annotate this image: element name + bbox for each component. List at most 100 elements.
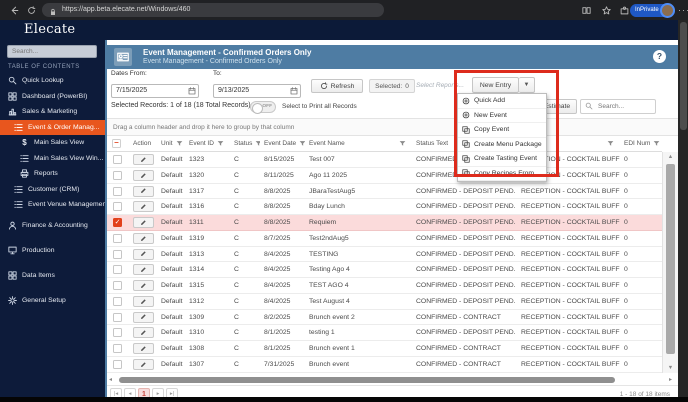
page-scrollbar[interactable]	[678, 20, 688, 397]
sidebar-item-event-venue-management[interactable]: Event Venue Management	[0, 197, 105, 213]
vertical-scroll-thumb[interactable]	[666, 164, 675, 354]
reload-icon[interactable]	[25, 4, 37, 16]
row-checkbox[interactable]	[113, 170, 122, 180]
favorite-star-icon[interactable]	[600, 4, 612, 16]
sidebar-search-input[interactable]	[7, 45, 97, 58]
row-checkbox[interactable]	[113, 202, 122, 212]
column-header-status[interactable]: Status	[230, 136, 260, 152]
column-header-event-date[interactable]: Event Date	[260, 136, 305, 152]
cell-event-type: RECEPTION - COCKTAIL BUFFET	[521, 297, 620, 305]
help-icon[interactable]: ?	[653, 50, 666, 63]
filter-icon[interactable]	[217, 140, 224, 147]
edit-row-button[interactable]	[133, 311, 154, 323]
column-header-edi-num[interactable]: EDI Num	[620, 136, 662, 152]
scroll-down-icon[interactable]: ▼	[663, 365, 678, 371]
menu-item-new-event[interactable]: New Event	[458, 108, 546, 123]
column-header-action[interactable]: Action	[129, 136, 157, 152]
row-checkbox[interactable]	[113, 186, 122, 196]
dates-to-field[interactable]	[213, 79, 301, 98]
grid-horizontal-scrollbar[interactable]: ◂ ▸	[107, 375, 678, 385]
address-bar[interactable]: https://app.beta.elecate.net/Windows/460	[42, 3, 384, 17]
cell-edi-num: 0	[624, 329, 628, 337]
menu-item-copy-recipes-from[interactable]: Copy Recipes From	[458, 166, 546, 181]
scroll-up-icon[interactable]: ▲	[663, 154, 678, 160]
browser-menu-icon[interactable]: ···	[678, 4, 688, 16]
filter-icon[interactable]	[399, 140, 406, 147]
row-checkbox[interactable]	[113, 359, 122, 369]
sidebar-item-data-items[interactable]: Data Items	[0, 263, 105, 288]
new-entry-button[interactable]: New Entry ▼	[472, 77, 535, 93]
menu-item-create-menu-package[interactable]: Create Menu Package	[458, 137, 546, 152]
edit-row-button[interactable]	[133, 327, 154, 339]
grid-vertical-scrollbar[interactable]: ▲ ▼	[662, 152, 678, 373]
horizontal-scroll-thumb[interactable]	[119, 376, 615, 383]
row-checkbox[interactable]	[113, 344, 122, 354]
extensions-icon[interactable]	[618, 4, 630, 16]
sidebar-item-sales-marketing[interactable]: Sales & Marketing	[0, 104, 105, 120]
filter-icon[interactable]	[607, 140, 614, 147]
row-checkbox[interactable]	[113, 281, 122, 291]
sidebar-item-production[interactable]: Production	[0, 238, 105, 263]
select-reports-dropdown[interactable]: Select Reports...	[416, 82, 464, 89]
edit-row-button[interactable]	[133, 217, 154, 229]
edit-row-button[interactable]	[133, 232, 154, 244]
edit-row-button[interactable]	[133, 264, 154, 276]
split-screen-icon[interactable]	[580, 4, 592, 16]
grid-search-box[interactable]	[580, 99, 656, 114]
sidebar-item-dashboard-powerbi[interactable]: Dashboard (PowerBI)	[0, 89, 105, 105]
table-row-1307: Default 1307 C 7/31/2025 Brunch event CONFIRM…	[107, 356, 662, 373]
column-header-unit[interactable]: Unit	[157, 136, 185, 152]
edit-row-button[interactable]	[133, 280, 154, 292]
row-checkbox[interactable]	[113, 233, 122, 243]
filter-icon[interactable]	[176, 140, 183, 147]
sidebar-item-reports[interactable]: Reports	[0, 166, 105, 182]
new-entry-label[interactable]: New Entry	[472, 77, 519, 93]
menu-item-copy-event[interactable]: Copy Event	[458, 123, 546, 138]
sidebar-item-quick-lookup[interactable]: Quick Lookup	[0, 73, 105, 89]
menu-item-quick-add[interactable]: Quick Add	[458, 94, 546, 109]
edit-row-button[interactable]	[133, 358, 154, 370]
back-icon[interactable]	[8, 4, 20, 16]
sidebar-item-general-setup[interactable]: General Setup	[0, 288, 105, 313]
filter-icon[interactable]	[653, 140, 660, 147]
column-header-event-name[interactable]: Event Name	[305, 136, 412, 152]
sidebar-item-label: Production	[22, 246, 55, 254]
print-all-toggle[interactable]: OFF	[250, 101, 276, 114]
page-scroll-thumb[interactable]	[679, 22, 687, 130]
dates-to-input[interactable]	[213, 83, 301, 98]
sidebar-item-main-sales-view-win[interactable]: Main Sales View Win...	[0, 151, 105, 167]
dates-from-field[interactable]	[111, 79, 199, 98]
scroll-left-icon[interactable]: ◂	[109, 376, 112, 383]
dates-from-input[interactable]	[111, 83, 199, 98]
select-all-checkbox[interactable]: –	[112, 139, 121, 148]
sidebar-item-main-sales-view[interactable]: $ Main Sales View	[0, 135, 105, 151]
edit-row-button[interactable]	[133, 185, 154, 197]
sidebar-item-event-order-manag[interactable]: Event & Order Manag...	[0, 119, 105, 135]
chevron-down-icon[interactable]: ▼	[519, 77, 535, 93]
sidebar-item-finance-accounting[interactable]: Finance & Accounting	[0, 213, 105, 238]
browser-profile-avatar[interactable]	[660, 2, 675, 18]
edit-row-button[interactable]	[133, 248, 154, 260]
edit-row-button[interactable]	[133, 169, 154, 181]
menu-item-create-tasting-event[interactable]: Create Tasting Event	[458, 152, 546, 167]
row-checkbox[interactable]	[113, 155, 122, 165]
cell-event-type: RECEPTION - COCKTAIL BUFFET	[521, 219, 620, 226]
row-checkbox[interactable]: ✓	[113, 218, 122, 228]
group-by-bar[interactable]: Drag a column header and drop it here to…	[107, 118, 678, 136]
row-checkbox[interactable]	[113, 328, 122, 338]
row-checkbox[interactable]	[113, 312, 122, 322]
edit-row-button[interactable]	[133, 201, 154, 213]
edit-row-button[interactable]	[133, 343, 154, 355]
app-logo[interactable]: Elecate	[24, 22, 75, 37]
column-header-event-id[interactable]: Event ID	[185, 136, 230, 152]
row-checkbox[interactable]	[113, 249, 122, 259]
sidebar-item-customer-crm[interactable]: Customer (CRM)	[0, 182, 105, 198]
row-checkbox[interactable]	[113, 296, 122, 306]
monitor-icon	[8, 246, 17, 255]
edit-row-button[interactable]	[133, 154, 154, 166]
scroll-right-icon[interactable]: ▸	[669, 376, 672, 383]
grid-search-input[interactable]	[596, 102, 656, 111]
refresh-button[interactable]: Refresh	[311, 79, 363, 93]
row-checkbox[interactable]	[113, 265, 122, 275]
edit-row-button[interactable]	[133, 295, 154, 307]
